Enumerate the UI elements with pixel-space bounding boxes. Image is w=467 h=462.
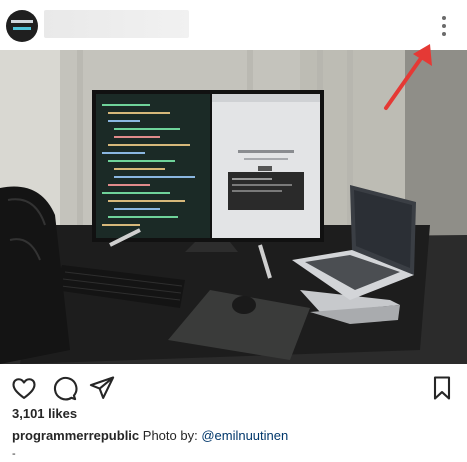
post-header bbox=[0, 0, 467, 50]
comment-button[interactable] bbox=[50, 374, 78, 402]
likes-count[interactable]: 3,101 likes bbox=[12, 406, 77, 421]
heart-icon bbox=[12, 378, 36, 399]
save-button[interactable] bbox=[428, 374, 456, 402]
post-caption: programmerrepublic Photo by: @emilnuutin… bbox=[12, 428, 288, 443]
post-action-bar bbox=[0, 368, 467, 408]
caption-username[interactable]: programmerrepublic bbox=[12, 428, 139, 443]
send-icon bbox=[89, 376, 115, 399]
more-vertical-icon bbox=[442, 24, 446, 28]
more-vertical-icon bbox=[442, 32, 446, 36]
caption-mention[interactable]: @emilnuutinen bbox=[201, 428, 288, 443]
avatar-logo-mark bbox=[11, 20, 33, 23]
avatar-logo-mark-accent bbox=[13, 27, 31, 30]
account-avatar[interactable] bbox=[6, 10, 38, 42]
desk-setup-photo bbox=[0, 50, 467, 364]
more-vertical-icon bbox=[442, 16, 446, 20]
blurred-username[interactable] bbox=[44, 10, 189, 38]
like-button[interactable] bbox=[10, 374, 38, 402]
caption-text: Photo by: bbox=[139, 428, 202, 443]
share-button[interactable] bbox=[88, 374, 116, 402]
comment-icon bbox=[53, 376, 78, 401]
post-photo[interactable] bbox=[0, 50, 467, 364]
bookmark-icon bbox=[433, 376, 451, 400]
caption-trailing: - bbox=[12, 448, 16, 460]
more-options-button[interactable] bbox=[434, 14, 454, 38]
